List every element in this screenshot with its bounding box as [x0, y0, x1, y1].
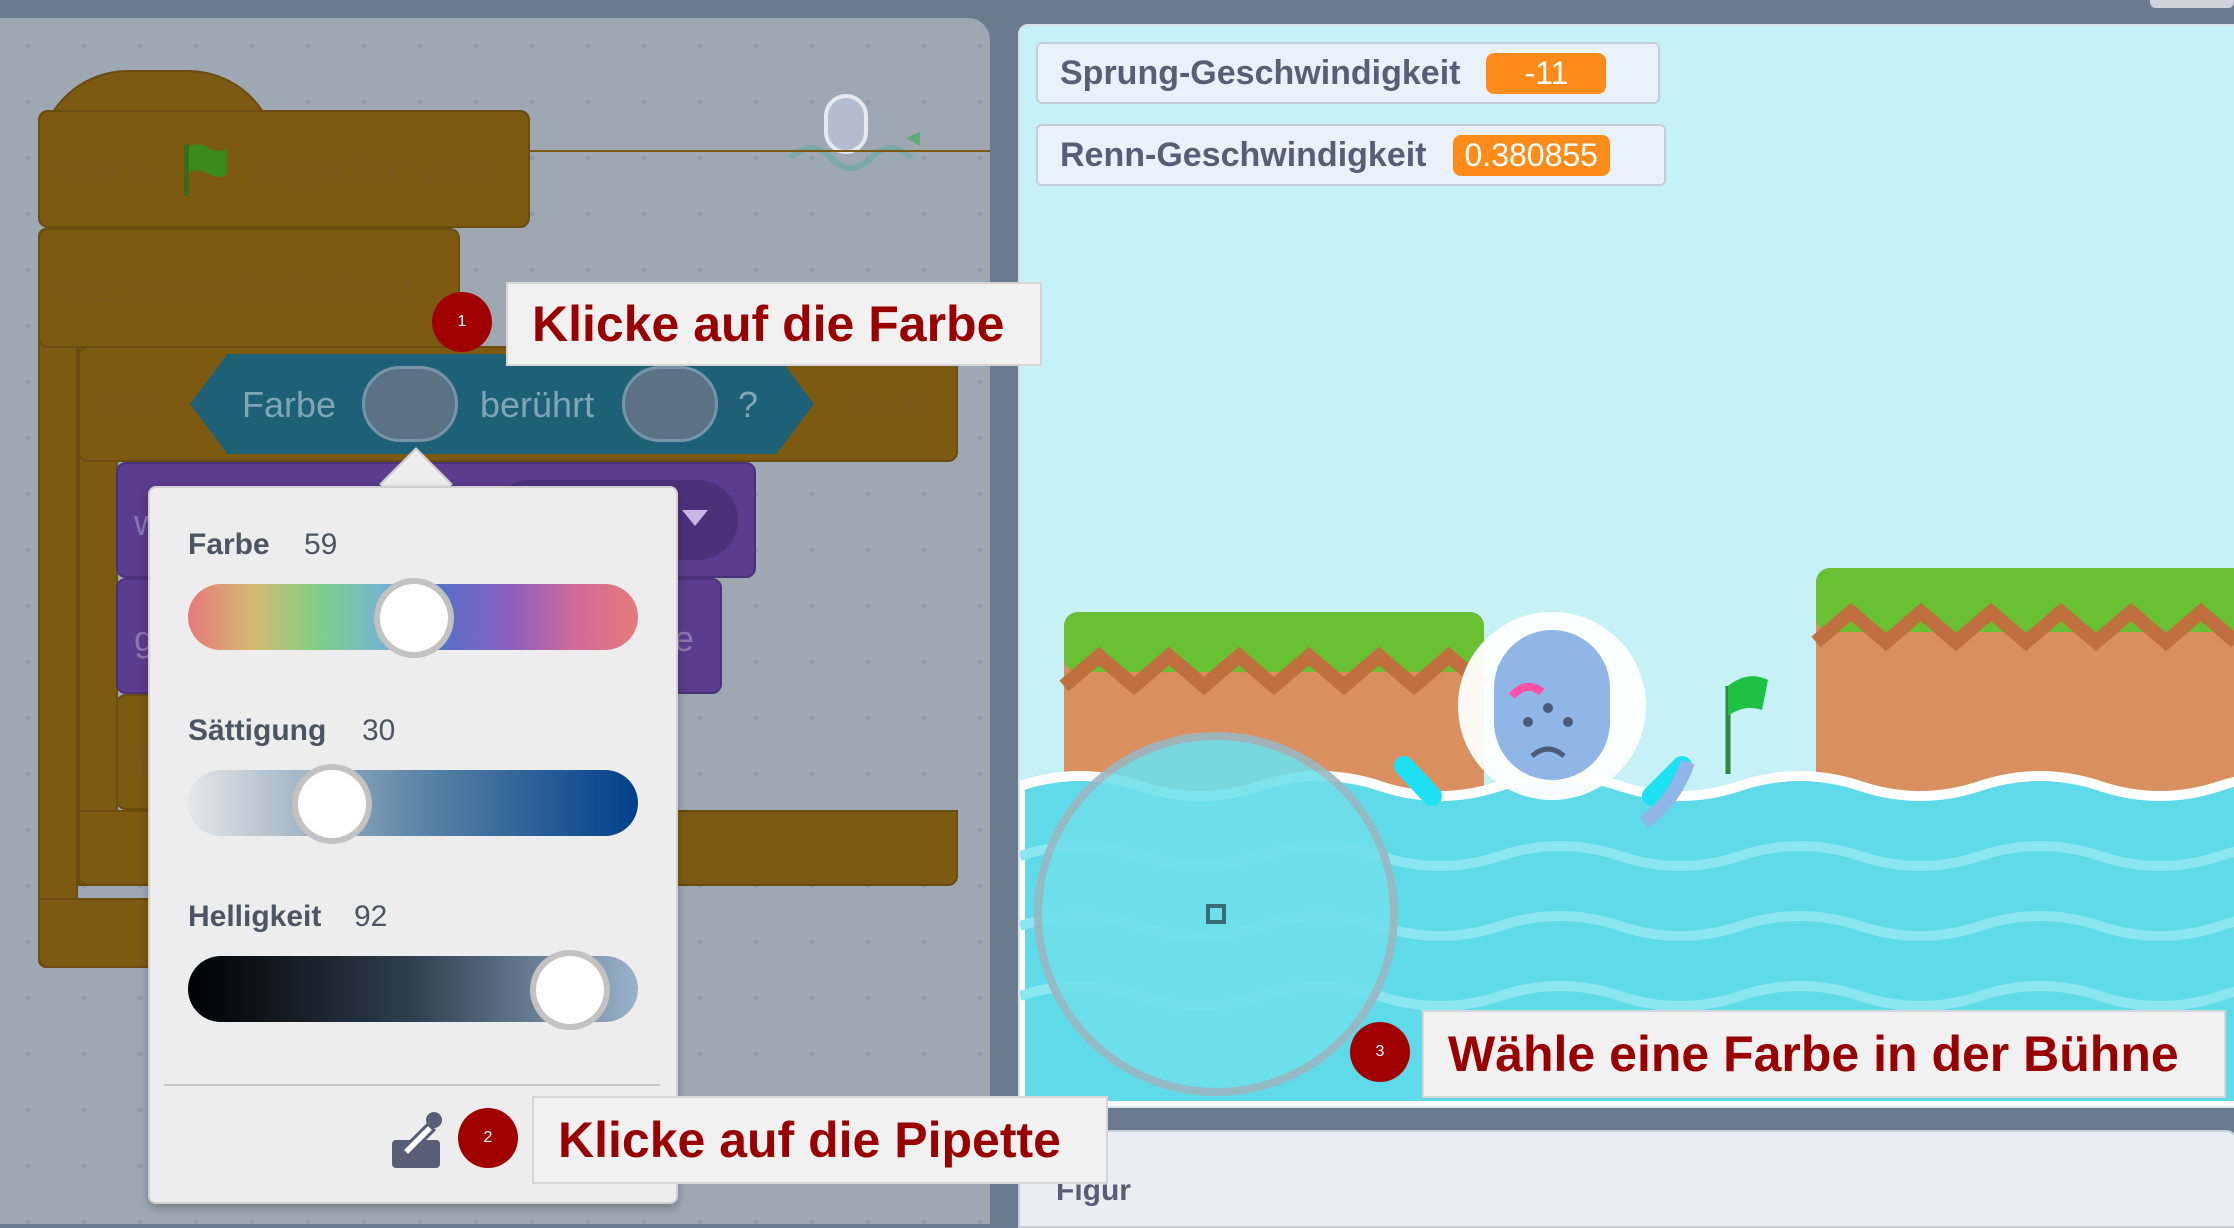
color-swatch-2[interactable] [622, 366, 718, 442]
hue-label: Farbe [188, 528, 270, 561]
saturation-label: Sättigung [188, 714, 327, 747]
when-flag-clicked-block[interactable]: Wenn angeklickt wird [38, 110, 530, 228]
block-text: Wenn [58, 150, 152, 191]
callout-badge-1: 1 [432, 292, 492, 352]
saturation-slider[interactable] [188, 770, 638, 836]
callout-badge-2: 2 [458, 1108, 518, 1168]
sprite-thumbnail-icon [788, 94, 920, 171]
color-swatch-1[interactable] [362, 366, 458, 442]
callout-text: Klicke auf die Farbe [532, 296, 1005, 352]
block-text: ? [738, 384, 759, 425]
top-bar [0, 0, 2234, 18]
hue-slider-knob[interactable] [374, 578, 454, 658]
eyedropper-icon[interactable] [388, 1106, 448, 1172]
divider [164, 1084, 660, 1086]
block-text: , dann [828, 384, 929, 425]
saturation-slider-knob[interactable] [292, 764, 372, 844]
brightness-slider-knob[interactable] [530, 950, 610, 1030]
brightness-label: Helligkeit [188, 900, 322, 933]
saturation-value: 30 [362, 714, 396, 747]
callout-text: Klicke auf die Pipette [558, 1112, 1061, 1168]
stage[interactable]: Sprung-Geschwindigkeit -11 Renn-Geschwin… [1018, 24, 2234, 1108]
block-text: wiederhole fortlaufend [58, 268, 413, 309]
block-text: Farbe [242, 384, 337, 425]
hat-connector-line [530, 150, 990, 152]
top-right-button[interactable] [2150, 0, 2234, 8]
flag-icon [1725, 676, 1768, 774]
dropdown-arrow-icon [682, 510, 708, 526]
callout-badge-3: 3 [1350, 1022, 1410, 1082]
block-text: falls [96, 384, 161, 425]
block-text: berührt [480, 384, 595, 425]
callout-3: Wähle eine Farbe in der Bühne [1422, 1010, 2226, 1098]
hue-value: 59 [304, 528, 338, 561]
callout-text: Wähle eine Farbe in der Bühne [1448, 1026, 2179, 1082]
eyedropper-magnifier [1034, 732, 1398, 1096]
callout-2: Klicke auf die Pipette [532, 1096, 1108, 1184]
stage-scene [1020, 568, 2234, 1106]
callout-1: Klicke auf die Farbe [506, 282, 1042, 366]
forever-block[interactable]: wiederhole fortlaufend [38, 228, 460, 348]
block-text: angeklickt wird [252, 150, 489, 191]
sprite-info-pane: Figur [1018, 1130, 2234, 1228]
brightness-value: 92 [354, 900, 388, 933]
green-flag-icon [184, 144, 227, 196]
